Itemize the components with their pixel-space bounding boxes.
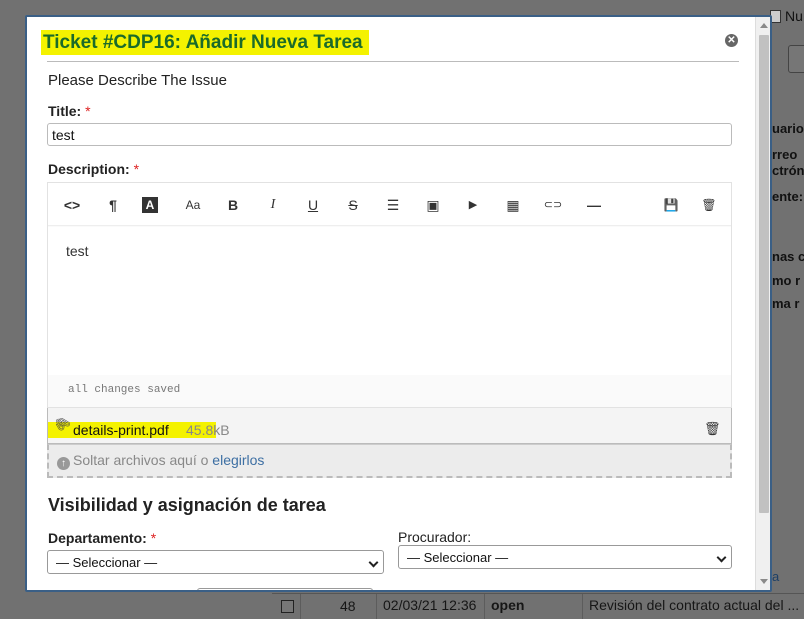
- italic-icon[interactable]: I: [262, 195, 284, 215]
- dialog-subtitle: Please Describe The Issue: [48, 72, 227, 89]
- procurador-select[interactable]: — Seleccionar —: [398, 545, 732, 569]
- title-divider: [47, 61, 739, 62]
- title-input[interactable]: [47, 123, 732, 146]
- procurador-label: Procurador:: [398, 529, 472, 545]
- choose-files-link[interactable]: elegirlos: [212, 452, 264, 468]
- background-tab[interactable]: Nu: [770, 8, 803, 24]
- upload-icon: ↑: [57, 457, 70, 470]
- delete-draft-icon[interactable]: 🗑: [698, 195, 720, 215]
- cell-divider: [300, 594, 301, 619]
- chevron-down-icon: [716, 552, 727, 563]
- visibility-heading: Visibilidad y asignación de tarea: [48, 495, 326, 515]
- image-icon[interactable]: ▣: [422, 195, 444, 215]
- editor-content[interactable]: test: [48, 227, 731, 375]
- row-subject[interactable]: Revisión del contrato actual del ...: [589, 597, 799, 613]
- file-dropzone[interactable]: ↑ Soltar archivos aquí o elegirlos: [47, 444, 732, 478]
- row-number: 48: [340, 598, 356, 614]
- required-mark: *: [85, 103, 91, 119]
- underline-icon[interactable]: U: [302, 195, 324, 215]
- code-view-icon[interactable]: <>: [61, 195, 83, 215]
- row-date: 02/03/21 12:36: [383, 597, 477, 613]
- background-text: ctrón: [772, 163, 804, 178]
- rich-text-editor[interactable]: <> ¶ A Aa B I U S ☰ ▣ ▶ ▦ ⊂⊃ — 💾 🗑 test …: [47, 182, 732, 408]
- cell-divider: [484, 594, 485, 619]
- background-text: rreo: [772, 147, 798, 162]
- dialog-content: Ticket #CDP16: Añadir Nueva Tarea ✕ Plea…: [27, 17, 757, 590]
- bold-icon[interactable]: B: [222, 195, 244, 215]
- strikethrough-icon[interactable]: S: [342, 195, 364, 215]
- font-size-icon[interactable]: Aa: [182, 195, 204, 215]
- list-icon[interactable]: ☰: [382, 195, 404, 215]
- table-icon[interactable]: ▦: [502, 195, 524, 215]
- video-icon[interactable]: ▶: [462, 195, 484, 215]
- horizontal-rule-icon[interactable]: —: [583, 195, 605, 215]
- required-mark: *: [133, 161, 140, 177]
- chevron-down-icon: [368, 557, 379, 568]
- background-text: nas c: [772, 249, 804, 264]
- next-field-partial[interactable]: [197, 588, 373, 590]
- attachment-size: 45.8kB: [186, 422, 230, 438]
- cell-divider: [582, 594, 583, 619]
- close-icon[interactable]: ✕: [725, 34, 738, 47]
- save-draft-icon[interactable]: 💾: [660, 195, 682, 215]
- background-text: uario: [772, 121, 804, 136]
- dialog-scrollbar[interactable]: [755, 17, 770, 590]
- new-task-dialog: Ticket #CDP16: Añadir Nueva Tarea ✕ Plea…: [25, 15, 772, 592]
- row-checkbox[interactable]: [281, 600, 294, 613]
- save-status: all changes saved: [68, 384, 181, 396]
- background-text: ma r: [772, 296, 800, 311]
- scroll-down-icon[interactable]: [760, 579, 768, 584]
- scroll-up-icon[interactable]: [760, 23, 768, 28]
- background-button[interactable]: [788, 45, 804, 73]
- scrollbar-thumb[interactable]: [759, 35, 769, 513]
- title-field-label: Title: *: [48, 103, 91, 119]
- department-label: Departamento: *: [48, 530, 157, 546]
- attachment-filename[interactable]: details-print.pdf: [73, 422, 169, 438]
- editor-toolbar: <> ¶ A Aa B I U S ☰ ▣ ▶ ▦ ⊂⊃ — 💾 🗑: [48, 183, 731, 226]
- dialog-title: Ticket #CDP16: Añadir Nueva Tarea: [41, 30, 369, 55]
- trash-icon[interactable]: 🗑: [704, 421, 721, 437]
- text-color-icon[interactable]: A: [142, 197, 158, 213]
- table-row[interactable]: 48 02/03/21 12:36 open Revisión del cont…: [272, 593, 804, 619]
- background-text: a: [772, 569, 780, 584]
- paragraph-icon[interactable]: ¶: [102, 195, 124, 215]
- background-text: ente:: [772, 189, 804, 204]
- cell-divider: [376, 594, 377, 619]
- required-mark: *: [150, 530, 157, 546]
- link-icon[interactable]: ⊂⊃: [542, 195, 564, 215]
- department-select[interactable]: — Seleccionar —: [47, 550, 384, 574]
- row-status: open: [491, 597, 525, 613]
- description-label: Description: *: [48, 161, 140, 177]
- background-text: mo r: [772, 273, 801, 288]
- attachment-item: 🖇 details-print.pdf 45.8kB 🗑: [47, 408, 732, 444]
